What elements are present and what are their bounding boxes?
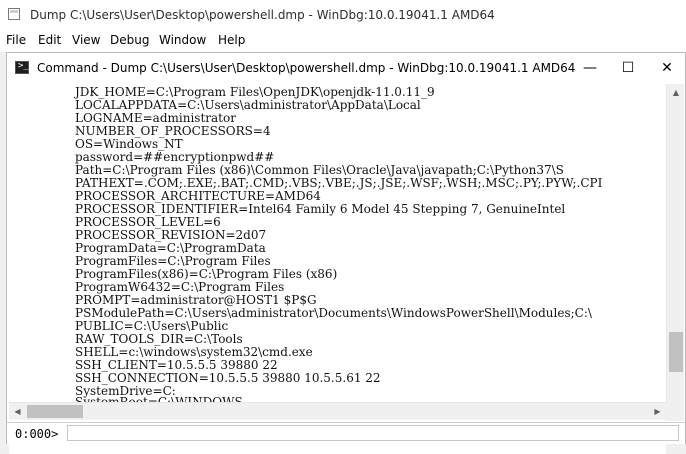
- close-button[interactable]: ✕: [649, 53, 685, 83]
- menu-window[interactable]: Window: [159, 33, 206, 47]
- mdi-client-area: >_ Command - Dump C:\Users\User\Desktop\…: [0, 52, 686, 454]
- main-title-bar: Dump C:\Users\User\Desktop\powershell.dm…: [0, 0, 686, 30]
- horizontal-scrollbar[interactable]: ◀ ▶: [9, 402, 666, 420]
- command-window-title: Command - Dump C:\Users\User\Desktop\pow…: [37, 61, 576, 75]
- scroll-left-arrow-icon[interactable]: ◀: [9, 403, 26, 420]
- vertical-scrollbar[interactable]: ▲ ▼: [666, 84, 684, 421]
- vertical-scroll-thumb[interactable]: [669, 332, 683, 372]
- debugger-prompt: 0:000>: [15, 427, 59, 441]
- menu-view[interactable]: View: [72, 33, 100, 47]
- main-window-title: Dump C:\Users\User\Desktop\powershell.dm…: [30, 8, 495, 22]
- windbg-app-icon: [8, 8, 20, 20]
- console-icon: >_: [15, 61, 29, 74]
- command-line-bar: 0:000>: [7, 422, 685, 444]
- menu-edit[interactable]: Edit: [38, 33, 61, 47]
- menu-bar: File Edit View Debug Window Help: [0, 30, 686, 52]
- menu-file[interactable]: File: [6, 33, 26, 47]
- command-input[interactable]: [67, 425, 679, 441]
- menu-debug[interactable]: Debug: [110, 33, 149, 47]
- command-window-title-bar[interactable]: >_ Command - Dump C:\Users\User\Desktop\…: [7, 53, 685, 83]
- horizontal-scroll-thumb[interactable]: [27, 405, 83, 418]
- menu-help[interactable]: Help: [218, 33, 245, 47]
- scroll-right-arrow-icon[interactable]: ▶: [649, 403, 666, 420]
- minimize-button[interactable]: —: [572, 53, 608, 83]
- command-output[interactable]: JDK_HOME=C:\Program Files\OpenJDK\openjd…: [9, 84, 666, 454]
- scroll-up-arrow-icon[interactable]: ▲: [667, 84, 685, 101]
- scrollbar-corner: [666, 402, 684, 420]
- maximize-button[interactable]: ☐: [610, 53, 646, 83]
- command-window: >_ Command - Dump C:\Users\User\Desktop\…: [6, 52, 686, 454]
